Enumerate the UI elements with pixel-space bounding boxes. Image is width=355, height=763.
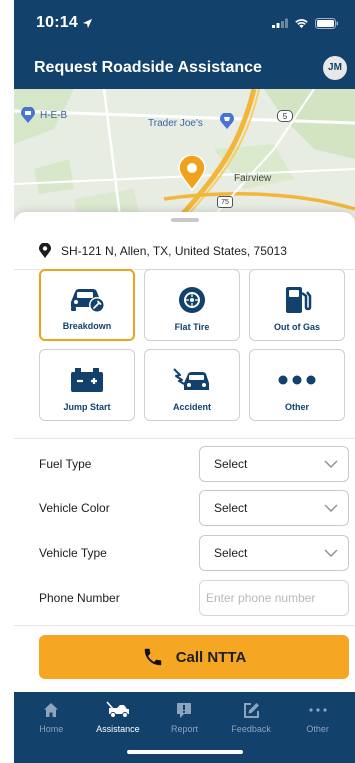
route-5-shield: 5: [277, 110, 293, 122]
sheet-drag-handle[interactable]: [171, 218, 199, 222]
phone-icon: [144, 648, 161, 666]
map-label-heb: H-E-B: [40, 110, 68, 121]
tab-label: Feedback: [231, 724, 271, 734]
map-label-trader-joes: Trader Joe's: [148, 118, 203, 129]
service-tile-breakdown[interactable]: Breakdown: [39, 269, 135, 341]
call-button-label: Call NTTA: [175, 648, 247, 666]
divider: [14, 438, 355, 439]
home-indicator: [127, 750, 243, 754]
shopping-pin-icon: [220, 113, 234, 129]
avatar[interactable]: JM: [323, 55, 347, 80]
phone-number-input[interactable]: [199, 580, 349, 616]
home-icon: [43, 701, 59, 719]
route-5-label: 5: [282, 111, 288, 121]
service-tile-jump-start[interactable]: Jump Start: [39, 349, 135, 421]
page-title: Request Roadside Assistance: [34, 58, 262, 76]
fuel-type-select[interactable]: Select: [199, 446, 349, 482]
status-icons: [272, 17, 339, 29]
tab-home[interactable]: Home: [22, 701, 80, 734]
service-tile-accident[interactable]: Accident: [144, 349, 240, 421]
more-dots-icon: [277, 364, 317, 396]
heb-pin-icon: [21, 107, 35, 123]
car-wrench-icon: [67, 283, 107, 315]
map-label-fairview: Fairview: [234, 173, 272, 184]
status-time: 10:14: [36, 14, 93, 32]
edit-icon: [243, 701, 260, 719]
tab-feedback[interactable]: Feedback: [222, 701, 280, 734]
service-tile-out-of-gas[interactable]: Out of Gas: [249, 269, 345, 341]
vehicle-type-row: Vehicle Type Select: [39, 535, 349, 571]
phone-number-label: Phone Number: [39, 591, 120, 605]
report-icon: [176, 701, 192, 719]
chevron-down-icon: [324, 504, 338, 512]
tow-truck-icon: [105, 701, 131, 719]
service-label: Other: [284, 402, 309, 412]
fuel-type-label: Fuel Type: [39, 457, 92, 471]
location-address: SH-121 N, Allen, TX, United States, 7501…: [61, 243, 287, 258]
chevron-down-icon: [324, 460, 338, 468]
tab-label: Assistance: [96, 724, 140, 734]
service-label: Jump Start: [63, 402, 111, 412]
divider: [14, 625, 355, 626]
service-tile-flat-tire[interactable]: Flat Tire: [144, 269, 240, 341]
signal-icon: [272, 18, 288, 28]
tab-label: Home: [39, 724, 64, 734]
fuel-type-value: Select: [214, 457, 248, 471]
vehicle-type-label: Vehicle Type: [39, 546, 107, 560]
route-75-label: 75: [221, 198, 229, 206]
service-label: Flat Tire: [174, 322, 210, 332]
location-row[interactable]: SH-121 N, Allen, TX, United States, 7501…: [14, 232, 355, 270]
service-tile-other[interactable]: Other: [249, 349, 345, 421]
service-label: Out of Gas: [273, 322, 320, 332]
car-crash-icon: [172, 364, 212, 396]
chevron-down-icon: [324, 549, 338, 557]
header: Request Roadside Assistance JM: [14, 46, 355, 89]
service-label: Breakdown: [62, 321, 112, 331]
vehicle-color-select[interactable]: Select: [199, 490, 349, 526]
clock-text: 10:14: [36, 14, 78, 31]
phone-number-row: Phone Number: [39, 580, 349, 616]
service-label: Accident: [172, 402, 211, 412]
call-ntta-button[interactable]: Call NTTA: [39, 635, 349, 679]
battery-icon: [67, 364, 107, 396]
vehicle-type-select[interactable]: Select: [199, 535, 349, 571]
vehicle-color-row: Vehicle Color Select: [39, 490, 349, 526]
location-pin-icon: [178, 155, 206, 191]
location-arrow-icon: [82, 18, 93, 28]
tab-label: Report: [170, 724, 198, 734]
fuel-pump-icon: [277, 284, 317, 316]
status-bar: 10:14: [14, 0, 355, 46]
vehicle-color-label: Vehicle Color: [39, 501, 110, 515]
request-sheet: SH-121 N, Allen, TX, United States, 7501…: [14, 212, 355, 692]
tab-assistance[interactable]: Assistance: [89, 701, 147, 734]
map-pin-icon: [39, 243, 51, 258]
top-bar: 10:14 Request Roadside Assistance JM: [14, 0, 355, 89]
battery-status-icon: [315, 17, 338, 29]
vehicle-color-value: Select: [214, 501, 248, 515]
vehicle-type-value: Select: [214, 546, 248, 560]
tab-other[interactable]: Other: [289, 701, 347, 734]
wifi-icon: [295, 18, 308, 28]
tab-label: Other: [306, 724, 329, 734]
tire-icon: [172, 284, 212, 316]
tab-report[interactable]: Report: [155, 701, 213, 734]
fuel-type-row: Fuel Type Select: [39, 446, 349, 482]
service-grid: Breakdown Flat Tire Out of Gas Jump Star…: [39, 269, 355, 421]
route-75-shield: 75: [217, 196, 233, 208]
app-screen: 10:14 Request Roadside Assistance JM H-E…: [14, 0, 355, 763]
more-icon: [309, 701, 327, 719]
